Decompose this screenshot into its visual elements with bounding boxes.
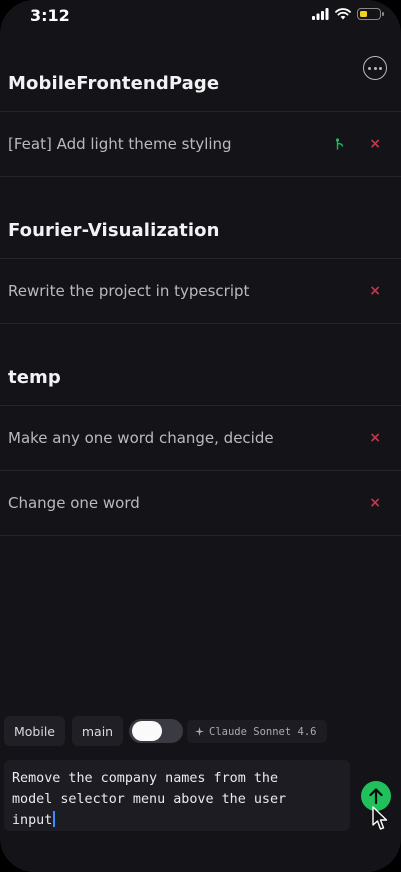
task-row[interactable]: Change one word ×: [0, 471, 401, 535]
battery-level: [359, 10, 367, 17]
task-label: Change one word: [8, 494, 140, 512]
message-input[interactable]: Remove the company names from the model …: [4, 760, 350, 831]
more-dot: [373, 66, 377, 70]
sparkle-icon: [195, 727, 204, 736]
cellular-signal-icon: [312, 8, 329, 20]
task-row[interactable]: [Feat] Add light theme styling ×: [0, 112, 401, 176]
task-row[interactable]: Rewrite the project in typescript ×: [0, 259, 401, 323]
delete-task-button[interactable]: ×: [369, 496, 381, 510]
task-label: [Feat] Add light theme styling: [8, 135, 232, 153]
wifi-icon: [335, 8, 351, 20]
delete-task-button[interactable]: ×: [369, 431, 381, 445]
divider: [0, 535, 401, 536]
mode-toggle[interactable]: [129, 719, 183, 743]
toggle-knob: [132, 721, 162, 741]
task-label: Make any one word change, decide: [8, 429, 274, 447]
status-time: 3:12: [30, 6, 70, 25]
model-label: Claude Sonnet 4.6: [209, 725, 317, 738]
branch-chip[interactable]: main: [72, 716, 123, 746]
status-icons: [312, 8, 384, 20]
status-bar: 3:12: [0, 0, 401, 34]
divider: [0, 323, 401, 324]
project-title-temp[interactable]: temp: [8, 367, 61, 388]
model-selector[interactable]: Claude Sonnet 4.6: [187, 720, 327, 743]
delete-task-button[interactable]: ×: [369, 137, 381, 151]
more-dot: [379, 66, 382, 70]
app-screen: 3:12 MobileFrontendPage [Feat] Add light…: [0, 0, 401, 872]
arrow-up-icon: [369, 788, 383, 804]
divider: [0, 176, 401, 177]
task-label: Rewrite the project in typescript: [8, 282, 250, 300]
branch-icon: [335, 138, 344, 150]
task-row[interactable]: Make any one word change, decide ×: [0, 406, 401, 470]
more-options-button[interactable]: [363, 56, 387, 80]
platform-chip[interactable]: Mobile: [4, 716, 65, 746]
text-caret: [53, 811, 55, 827]
battery-icon: [357, 8, 384, 20]
delete-task-button[interactable]: ×: [369, 284, 381, 298]
more-dot: [368, 66, 371, 70]
project-title-fourier-visualization[interactable]: Fourier-Visualization: [8, 220, 220, 241]
project-title-mobilefrontendpage[interactable]: MobileFrontendPage: [8, 73, 219, 94]
mouse-cursor-icon: [372, 806, 388, 830]
